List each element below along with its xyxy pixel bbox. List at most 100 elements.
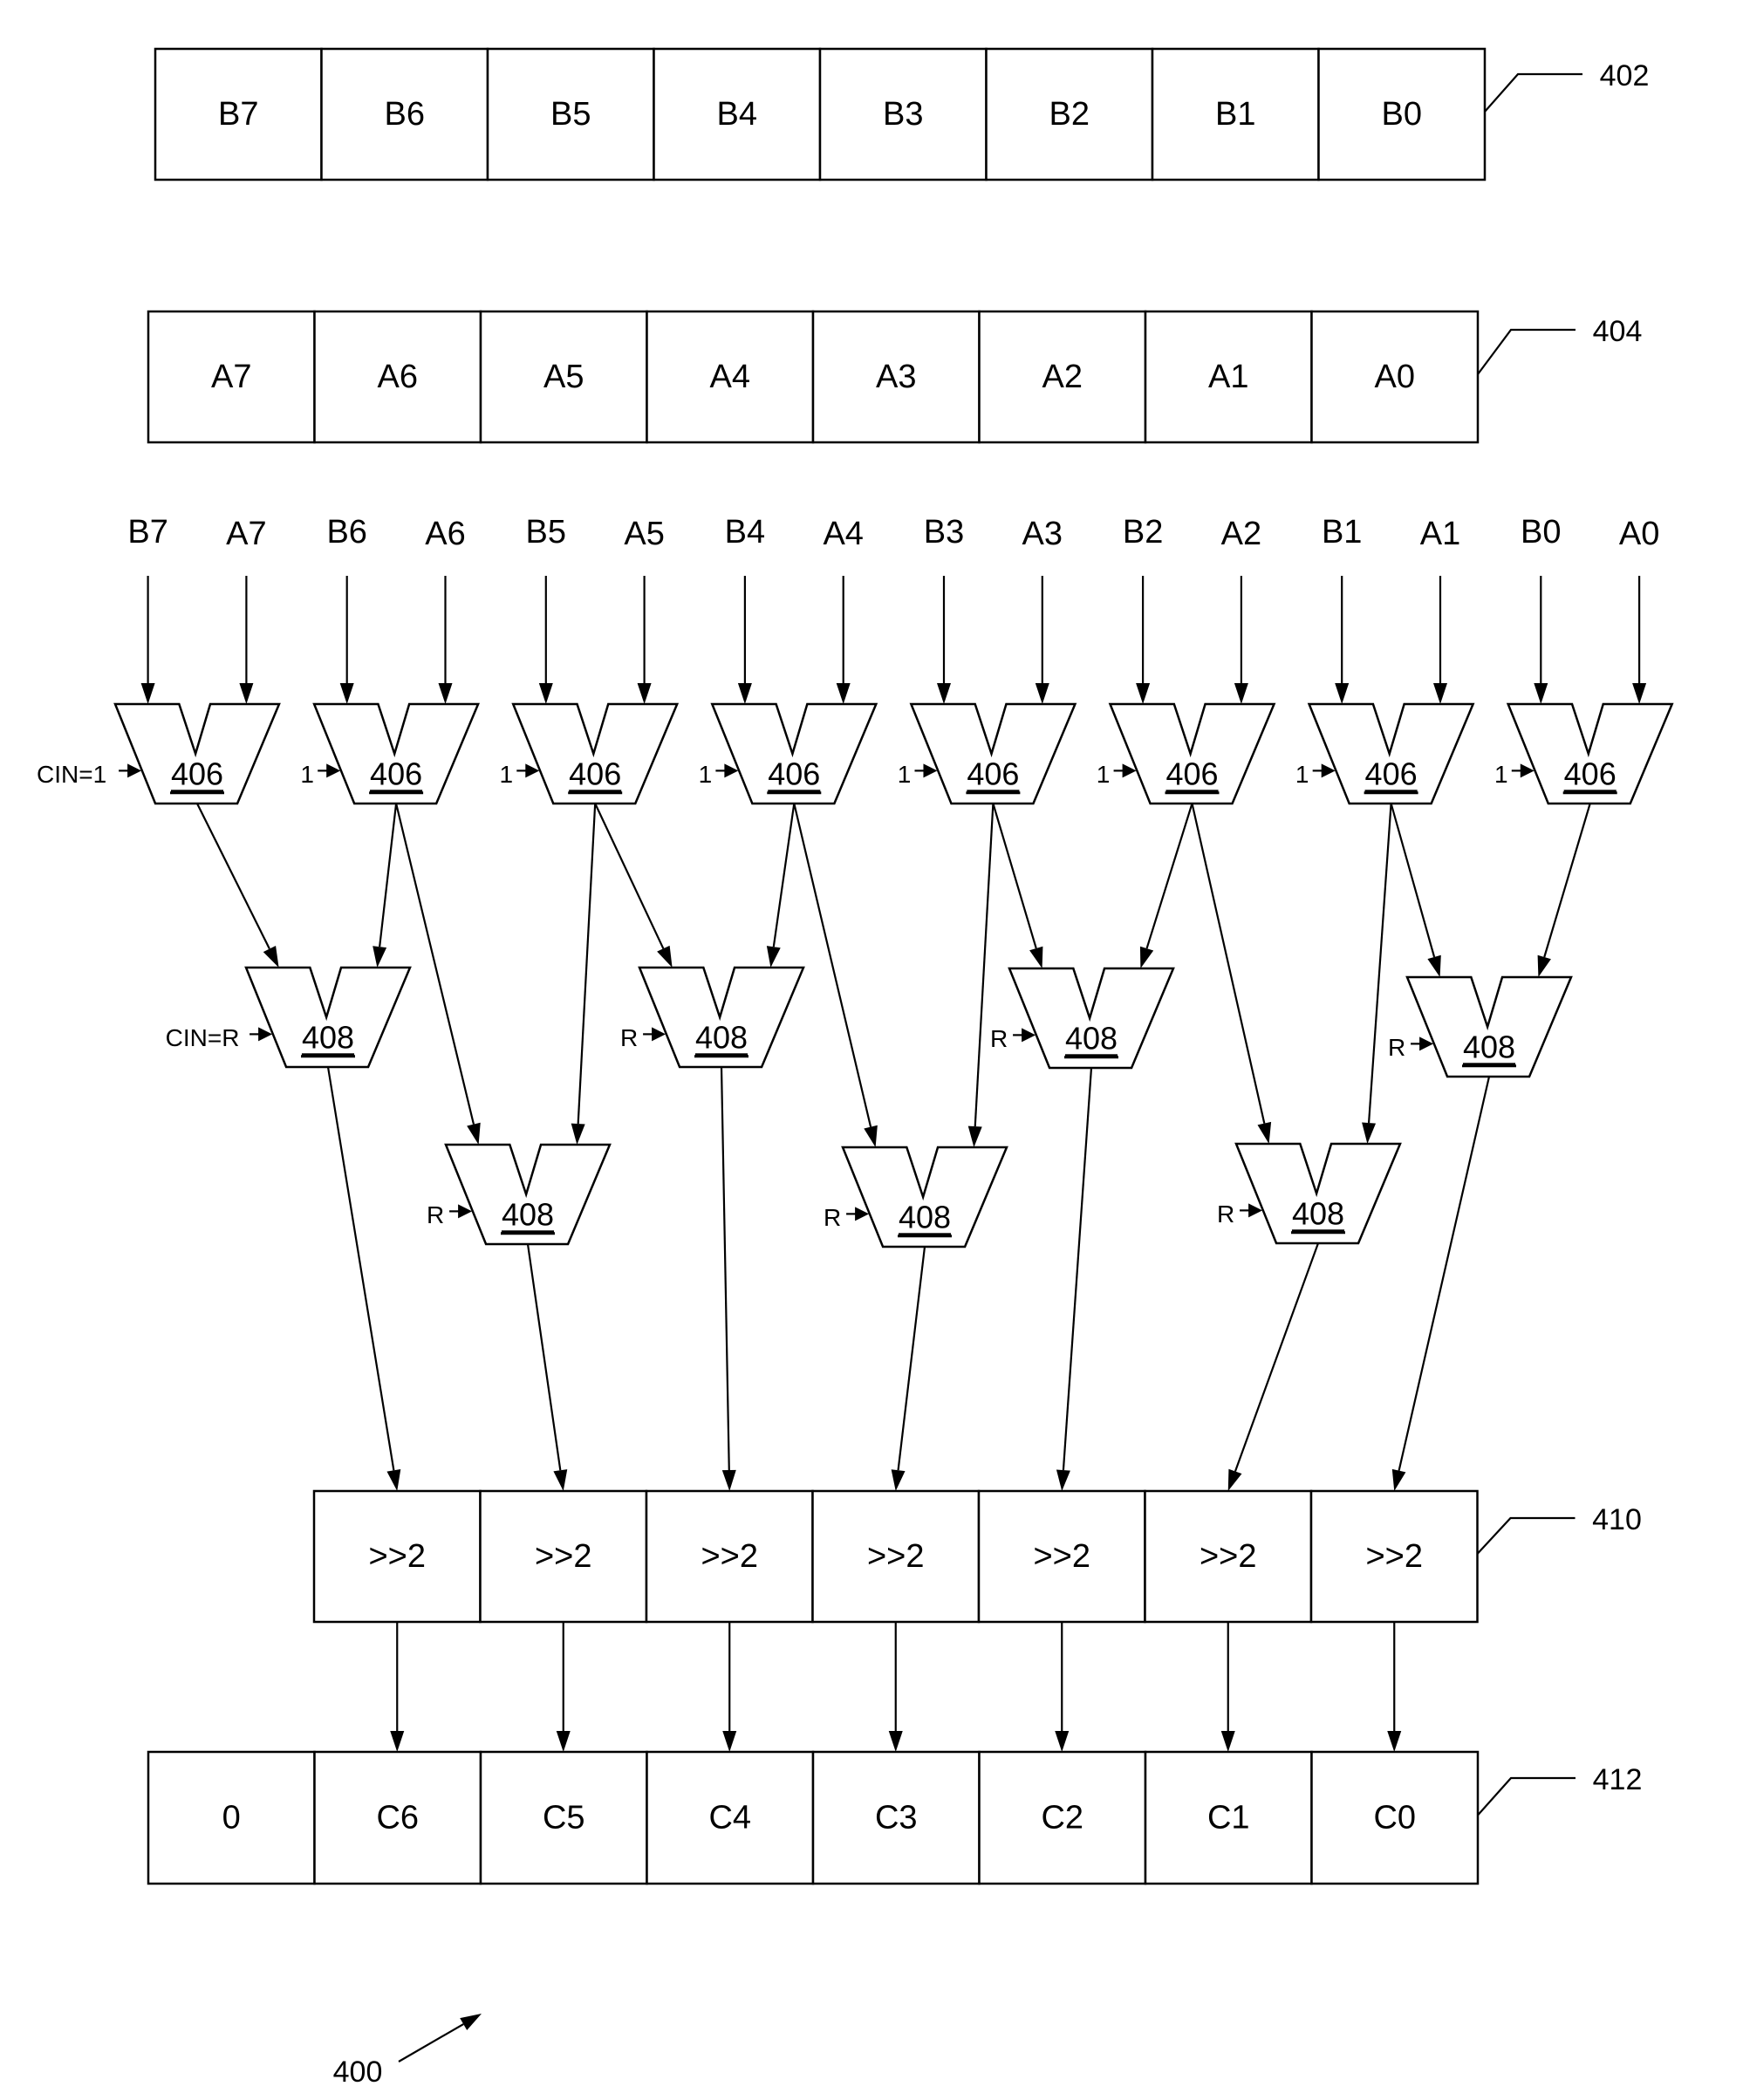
adder-408: 408 CIN=R bbox=[166, 966, 412, 1069]
arrowhead-icon bbox=[657, 945, 673, 968]
arrowhead-icon bbox=[766, 946, 781, 968]
input-label-b: B6 bbox=[326, 514, 366, 551]
carry-in: 1 bbox=[499, 761, 540, 788]
arrowhead-icon bbox=[1362, 1122, 1377, 1144]
carry-in: 1 bbox=[699, 761, 739, 788]
sum-wire bbox=[1139, 803, 1193, 968]
carry-wire bbox=[196, 803, 279, 968]
register-b-cell: B0 bbox=[1317, 47, 1487, 181]
arrowhead-icon bbox=[721, 1469, 736, 1491]
adder-408: 408 R bbox=[620, 966, 805, 1069]
input-label-b: B0 bbox=[1521, 514, 1561, 551]
register-b-cell: B3 bbox=[818, 47, 988, 181]
register-b-cell: B7 bbox=[154, 47, 323, 181]
shift-output-arrow bbox=[556, 1622, 571, 1752]
shift-register-cell: >>2 bbox=[645, 1489, 814, 1624]
carry-in: R bbox=[1217, 1200, 1263, 1228]
input-arrow bbox=[438, 576, 453, 704]
carry-in: R bbox=[990, 1025, 1036, 1052]
reference-number: 410 bbox=[1592, 1503, 1642, 1536]
result-wire bbox=[891, 1246, 926, 1491]
arrowhead-icon bbox=[722, 1731, 737, 1752]
carry-in-label: 1 bbox=[699, 761, 713, 788]
reference-number: 404 bbox=[1593, 315, 1643, 348]
shift-output-arrow bbox=[1220, 1622, 1235, 1752]
cell-label: B5 bbox=[550, 96, 591, 133]
shift-register: >>2 >>2 >>2 >>2 >>2 >>2 >>2 410 bbox=[312, 1489, 1642, 1624]
cell-label: >>2 bbox=[701, 1538, 758, 1575]
input-arrow bbox=[937, 576, 951, 704]
carry-in-label: R bbox=[1388, 1034, 1405, 1061]
cell-label: B4 bbox=[717, 96, 757, 133]
carry-in: 1 bbox=[300, 761, 341, 788]
carry-wire bbox=[395, 803, 481, 1145]
cell-label: B1 bbox=[1215, 96, 1255, 133]
input-arrow bbox=[1534, 576, 1548, 704]
adder-408: 408 R bbox=[427, 1143, 612, 1246]
input-arrow bbox=[1433, 576, 1447, 704]
cell-label: >>2 bbox=[1033, 1538, 1090, 1575]
carry-in: R bbox=[1388, 1034, 1434, 1061]
input-label-a: A2 bbox=[1221, 516, 1261, 552]
carry-in: R bbox=[427, 1201, 473, 1228]
carry-wire bbox=[1191, 803, 1272, 1144]
arrowhead-icon bbox=[1534, 683, 1548, 704]
carry-in: CIN=1 bbox=[37, 761, 142, 788]
result-wire bbox=[526, 1243, 568, 1491]
adder-reference: 408 bbox=[1292, 1195, 1344, 1231]
sum-wire bbox=[1537, 803, 1591, 977]
result-wire bbox=[1391, 1076, 1491, 1491]
carry-in-label: R bbox=[427, 1201, 444, 1228]
cell-label: >>2 bbox=[1200, 1538, 1257, 1575]
adder-reference: 408 bbox=[1463, 1029, 1515, 1064]
arrowhead-icon bbox=[386, 1469, 401, 1491]
register-b-cell: B2 bbox=[985, 47, 1154, 181]
register-a: A7 A6 A5 A4 A3 A2 A1 A0 404 bbox=[147, 310, 1643, 444]
cell-label: B6 bbox=[385, 96, 425, 133]
arrowhead-icon bbox=[1035, 683, 1049, 704]
arrowhead-icon bbox=[556, 1731, 571, 1752]
shift-register-cell: >>2 bbox=[479, 1489, 648, 1624]
arrowhead-icon bbox=[1433, 683, 1447, 704]
input-arrow bbox=[737, 576, 752, 704]
cell-label: >>2 bbox=[535, 1538, 592, 1575]
carry-in: 1 bbox=[1295, 761, 1336, 788]
cell-label: A1 bbox=[1208, 359, 1248, 395]
carry-in-label: R bbox=[1217, 1200, 1234, 1228]
carry-in-label: CIN=1 bbox=[37, 761, 106, 788]
sum-wire bbox=[1362, 803, 1392, 1144]
sum-wire bbox=[766, 803, 796, 968]
arrowhead-icon bbox=[637, 683, 652, 704]
arrowhead-icon bbox=[467, 1122, 481, 1145]
adder-406: 406 CIN=1 bbox=[37, 702, 281, 805]
output-register-cell: C6 bbox=[313, 1750, 482, 1885]
output-register-cell: C4 bbox=[646, 1750, 815, 1885]
figure-number: 400 bbox=[333, 2056, 383, 2089]
result-wire bbox=[326, 1066, 401, 1491]
register-b-cell: B1 bbox=[1151, 47, 1320, 181]
reference-callout: 412 bbox=[1477, 1763, 1642, 1816]
cell-label: B0 bbox=[1382, 96, 1422, 133]
adder-408: 408 R bbox=[990, 967, 1175, 1070]
input-arrow bbox=[1234, 576, 1248, 704]
carry-wire bbox=[1390, 803, 1441, 977]
figure-pointer-arrow bbox=[398, 2014, 482, 2062]
shift-register-cell: >>2 bbox=[312, 1489, 482, 1624]
cell-label: C2 bbox=[1041, 1800, 1083, 1837]
reference-callout: 402 bbox=[1484, 59, 1650, 113]
arrowhead-icon bbox=[1139, 946, 1154, 968]
reference-number: 402 bbox=[1600, 59, 1650, 92]
result-wire bbox=[1056, 1067, 1093, 1491]
arrowhead-icon bbox=[538, 683, 553, 704]
carry-in-label: 1 bbox=[1295, 761, 1309, 788]
input-arrow bbox=[1335, 576, 1350, 704]
adder-reference: 408 bbox=[899, 1199, 951, 1235]
carry-in: 1 bbox=[1494, 761, 1535, 788]
adder-reference: 408 bbox=[1065, 1020, 1118, 1056]
carry-in-label: 1 bbox=[1097, 761, 1111, 788]
arrowhead-icon bbox=[1427, 954, 1441, 977]
arrowhead-icon bbox=[1029, 946, 1043, 968]
figure-reference: 400 bbox=[333, 2014, 482, 2089]
input-label-b: B2 bbox=[1123, 514, 1163, 551]
cell-label: A3 bbox=[876, 359, 916, 395]
